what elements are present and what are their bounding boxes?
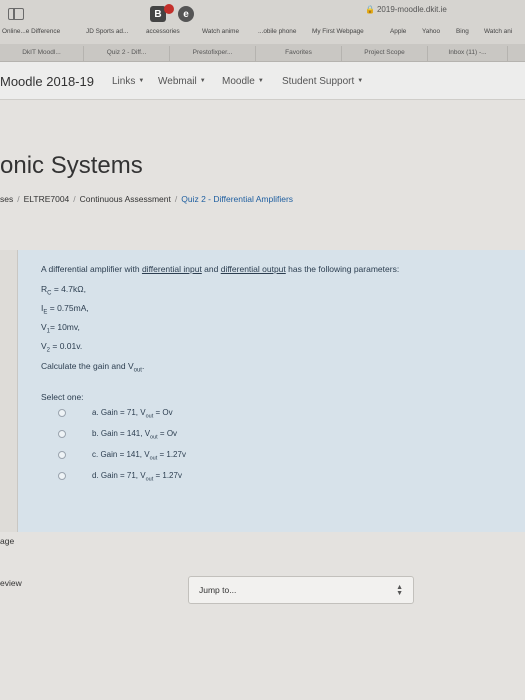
option-b-radio[interactable] <box>58 430 66 438</box>
nav-webmail[interactable]: Webmail ▼ <box>158 76 206 87</box>
breadcrumb: ses / ELTRE7004/Continuous Assessment / Quiz… <box>0 194 294 204</box>
option-a-label[interactable]: a. Gain = 71, Vout = Ov <box>92 408 173 420</box>
browser-tab[interactable]: Project Scope <box>342 46 428 61</box>
bookmark[interactable]: Yahoo <box>422 28 440 35</box>
browser-tab[interactable]: Inbox (11) -... <box>428 46 508 61</box>
option-d-radio[interactable] <box>58 472 66 480</box>
page-content: onic Systems ses / ELTRE7004/Continuous As… <box>0 100 525 700</box>
browser-tab[interactable]: Favorites <box>256 46 342 61</box>
question-intro: A differential amplifier with differenti… <box>41 264 400 274</box>
link-differential-input[interactable]: differential input <box>142 264 202 274</box>
tab-bar: DkIT Moodl... Quiz 2 - Diff... Prestofix… <box>0 44 525 62</box>
lock-icon: 🔒 <box>365 5 375 14</box>
breadcrumb-item-current[interactable]: Quiz 2 - Differential Amplifiers <box>181 194 293 204</box>
caret-down-icon: ▼ <box>138 78 145 85</box>
site-brand[interactable]: Moodle 2018-19 <box>0 74 94 89</box>
address-bar[interactable]: 🔒 2019-moodle.dkit.ie <box>365 5 447 14</box>
extension-circle-icon[interactable]: e <box>178 6 194 22</box>
option-b-label[interactable]: b. Gain = 141, Vout = Ov <box>92 429 177 441</box>
question-box: A differential amplifier with differenti… <box>18 250 525 532</box>
option-c-radio[interactable] <box>58 451 66 459</box>
bookmark[interactable]: Watch ani <box>484 28 512 35</box>
param-ie: IE = 0.75mA, <box>41 303 89 316</box>
question-info-strip <box>0 250 18 532</box>
option-c-label[interactable]: c. Gain = 141, Vout = 1.27v <box>92 450 186 462</box>
browser-tab[interactable]: Prestofixper... <box>170 46 256 61</box>
finish-review-link[interactable]: eview <box>0 578 22 588</box>
question-prompt: Calculate the gain and Vout. <box>41 361 145 374</box>
select-arrows-icon: ▲ ▼ <box>396 584 403 597</box>
link-differential-output[interactable]: differential output <box>221 264 286 274</box>
caret-down-icon: ▼ <box>257 78 264 85</box>
next-page-link[interactable]: age <box>0 536 14 546</box>
bookmark[interactable]: JD Sports ad... <box>86 28 128 35</box>
nav-moodle[interactable]: Moodle ▼ <box>222 76 264 87</box>
param-v2: V2 = 0.01v. <box>41 341 83 354</box>
caret-down-icon: ▼ <box>357 78 364 85</box>
browser-toolbar: B e 🔒 2019-moodle.dkit.ie Online...e Diff… <box>0 0 525 44</box>
breadcrumb-item[interactable]: Continuous Assessment <box>80 194 171 204</box>
browser-tab[interactable]: DkIT Moodl... <box>0 46 84 61</box>
bookmark[interactable]: Bing <box>456 28 469 35</box>
jump-to-label: Jump to... <box>199 585 237 595</box>
bookmark[interactable]: accessories <box>146 28 180 35</box>
bookmark[interactable]: My First Webpage <box>312 28 364 35</box>
bookmark[interactable]: Apple <box>390 28 406 35</box>
caret-down-icon: ▼ <box>199 78 206 85</box>
option-a-radio[interactable] <box>58 409 66 417</box>
select-one-label: Select one: <box>41 392 84 402</box>
breadcrumb-item[interactable]: ses <box>0 194 13 204</box>
breadcrumb-item[interactable]: ELTRE7004 <box>24 194 70 204</box>
moodle-navbar: Moodle 2018-19 Links ▼ Webmail ▼ Moodle ▼ S… <box>0 62 525 100</box>
course-title: onic Systems <box>0 152 143 179</box>
param-rc: RC = 4.7kΩ, <box>41 284 86 297</box>
nav-student-support[interactable]: Student Support ▼ <box>282 76 363 87</box>
bookmark[interactable]: Online...e Difference <box>2 28 60 35</box>
sidebar-toggle-icon[interactable] <box>8 8 24 20</box>
badge-icon <box>164 4 174 14</box>
nav-links[interactable]: Links ▼ <box>112 76 144 87</box>
bookmark[interactable]: Watch anime <box>202 28 239 35</box>
browser-tab-active[interactable]: Quiz 2 - Diff... <box>84 46 170 61</box>
param-v1: V1= 10mv, <box>41 322 80 335</box>
bookmark[interactable]: ...obile phone <box>258 28 296 35</box>
bookmarks-bar: Online...e Difference JD Sports ad... ac… <box>0 28 525 42</box>
option-d-label[interactable]: d. Gain = 71, Vout = 1.27v <box>92 471 182 483</box>
extension-icons: B e <box>150 4 194 22</box>
jump-to-select[interactable]: Jump to... ▲ ▼ <box>188 576 414 604</box>
